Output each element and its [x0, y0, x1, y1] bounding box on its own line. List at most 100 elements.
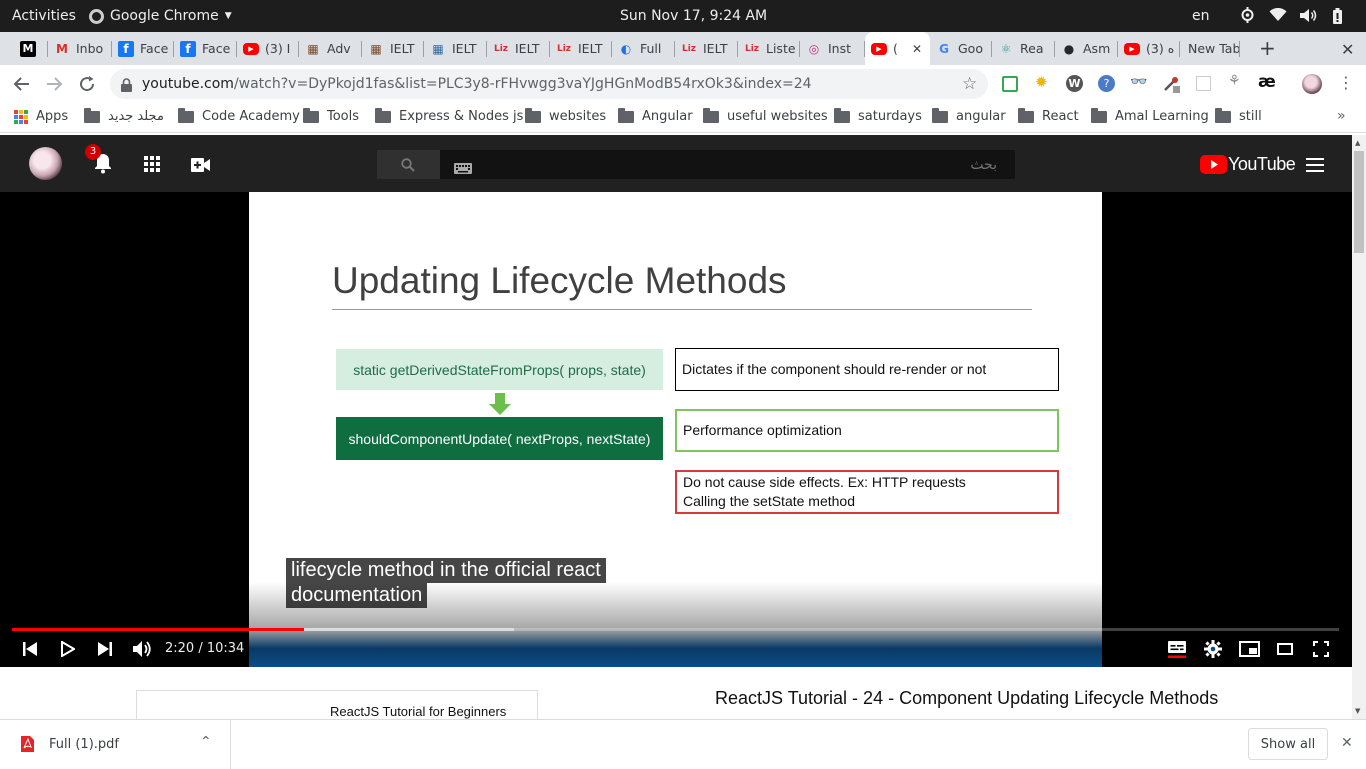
- url-text[interactable]: youtube.com/watch?v=DyPkojd1fas&list=PLC…: [142, 76, 812, 92]
- browser-tab[interactable]: ▶ (3) I: [237, 32, 299, 65]
- owl-extension-icon[interactable]: 👓: [1130, 74, 1147, 90]
- browser-tab[interactable]: f Face: [174, 32, 237, 65]
- bookmark-item[interactable]: websites: [525, 107, 606, 124]
- blank-extension-icon[interactable]: [1196, 76, 1211, 91]
- forward-button[interactable]: [44, 74, 64, 98]
- bookmark-star-icon[interactable]: ☆: [962, 74, 977, 94]
- browser-tab[interactable]: G Goo: [930, 32, 992, 65]
- new-tab-button[interactable]: +: [1259, 38, 1276, 58]
- fullscreen-button[interactable]: [1309, 640, 1333, 658]
- bookmark-item[interactable]: saturdays: [834, 107, 922, 124]
- keyboard-icon[interactable]: [454, 159, 472, 178]
- battery-icon[interactable]: [1333, 8, 1342, 28]
- close-window-icon[interactable]: ✕: [1341, 40, 1354, 59]
- progress-bar[interactable]: [12, 628, 1339, 631]
- browser-tab[interactable]: M Inbo: [48, 32, 112, 65]
- ae-extension-icon[interactable]: æ: [1258, 72, 1276, 92]
- create-video-icon[interactable]: [191, 157, 210, 176]
- translate-extension-icon[interactable]: ?: [1098, 75, 1115, 92]
- activities-button[interactable]: Activities: [12, 8, 76, 24]
- dropper-extension-icon[interactable]: [1162, 75, 1180, 93]
- play-button[interactable]: [56, 640, 80, 658]
- playlist-title[interactable]: ReactJS Tutorial for Beginners: [330, 704, 506, 719]
- clock[interactable]: Sun Nov 17, 9:24 AM: [620, 8, 767, 24]
- next-button[interactable]: [93, 640, 117, 658]
- browser-tab[interactable]: ● Asm: [1055, 32, 1118, 65]
- lock-icon[interactable]: [121, 77, 132, 96]
- address-bar[interactable]: youtube.com/watch?v=DyPkojd1fas&list=PLC…: [110, 69, 988, 99]
- video-player[interactable]: Updating Lifecycle Methods static getDer…: [0, 192, 1352, 667]
- scroll-up-arrow-icon[interactable]: ▲: [1355, 139, 1360, 147]
- close-tab-icon[interactable]: ✕: [912, 42, 922, 56]
- browser-tab[interactable]: ◎ Inst: [800, 32, 865, 65]
- kebab-menu-icon[interactable]: ⋮: [1338, 73, 1354, 92]
- bookmark-item[interactable]: still: [1215, 107, 1262, 124]
- volume-button[interactable]: [130, 640, 154, 658]
- close-download-shelf-icon[interactable]: ✕: [1341, 735, 1353, 751]
- sheets-extension-icon[interactable]: [1002, 76, 1018, 92]
- more-bookmarks-icon[interactable]: »: [1337, 108, 1346, 124]
- search-input[interactable]: [477, 150, 997, 179]
- download-item[interactable]: Full (1).pdf ⌃: [0, 720, 231, 769]
- bookmark-item[interactable]: Amal Learning: [1091, 107, 1209, 124]
- tab-title: Rea: [1020, 41, 1044, 56]
- browser-tab[interactable]: ▶ (3) ه: [1118, 32, 1180, 65]
- tree-extension-icon[interactable]: ⚘: [1228, 73, 1241, 89]
- bookmark-item[interactable]: مجلد جديد: [84, 107, 164, 124]
- bookmark-item[interactable]: Code Academy: [178, 107, 300, 124]
- browser-tab[interactable]: Liz Liste: [738, 32, 800, 65]
- folder-icon: [703, 107, 719, 123]
- captions-button[interactable]: [1165, 640, 1189, 658]
- playlist-card[interactable]: ReactJS Tutorial for Beginners: [136, 690, 538, 719]
- sun-extension-icon[interactable]: ✹: [1035, 73, 1048, 91]
- hamburger-menu-icon[interactable]: [1306, 157, 1324, 176]
- browser-tab[interactable]: ▦ IELT: [424, 32, 487, 65]
- browser-tab[interactable]: Liz IELT: [487, 32, 550, 65]
- wifi-icon[interactable]: [1269, 7, 1287, 26]
- page-scrollbar[interactable]: ▲ ▼: [1352, 135, 1366, 719]
- show-all-downloads-button[interactable]: Show all: [1248, 728, 1328, 760]
- scroll-down-arrow-icon[interactable]: ▼: [1355, 707, 1360, 715]
- bookmark-item[interactable]: Angular: [618, 107, 693, 124]
- browser-tab[interactable]: ▦ Adv: [299, 32, 362, 65]
- theater-mode-button[interactable]: [1273, 640, 1297, 658]
- previous-button[interactable]: [18, 640, 42, 658]
- apps-grid-icon[interactable]: [144, 156, 160, 176]
- bookmark-item[interactable]: React: [1018, 107, 1079, 124]
- bookmark-item[interactable]: Apps: [14, 109, 68, 124]
- tab-favicon-icon: Liz: [681, 43, 697, 54]
- slide-note-text: Performance optimization: [683, 422, 842, 438]
- browser-tab[interactable]: ▦ IELT: [362, 32, 424, 65]
- browser-tab[interactable]: ◐ Full: [612, 32, 675, 65]
- bookmark-item[interactable]: Tools: [303, 107, 359, 124]
- progress-played: [12, 628, 304, 631]
- back-button[interactable]: [12, 74, 32, 98]
- browser-tab[interactable]: New Tab: [1180, 32, 1240, 65]
- app-menu[interactable]: Google Chrome ▼: [89, 8, 232, 24]
- bookmark-label: مجلد جديد: [108, 109, 164, 124]
- settings-button[interactable]: [1201, 640, 1225, 658]
- reload-button[interactable]: [77, 74, 97, 98]
- browser-tab[interactable]: f Face: [112, 32, 174, 65]
- browser-tab[interactable]: Liz IELT: [675, 32, 738, 65]
- notifications-button[interactable]: 3: [85, 144, 114, 178]
- language-indicator[interactable]: en: [1192, 8, 1210, 24]
- youtube-logo[interactable]: YouTube: [1200, 154, 1296, 175]
- volume-icon[interactable]: [1299, 8, 1317, 27]
- accessibility-icon[interactable]: [1240, 7, 1255, 27]
- bookmark-item[interactable]: useful websites: [703, 107, 828, 124]
- bookmark-item[interactable]: angular: [932, 107, 1006, 124]
- browser-tab[interactable]: ⚛ Rea: [992, 32, 1055, 65]
- browser-tab[interactable]: ▶ (✕: [865, 32, 930, 65]
- wordpress-extension-icon[interactable]: W: [1066, 75, 1083, 92]
- browser-tab[interactable]: Liz IELT: [550, 32, 612, 65]
- profile-avatar[interactable]: [1302, 74, 1322, 94]
- chevron-up-icon[interactable]: ⌃: [200, 734, 212, 750]
- user-avatar[interactable]: [29, 147, 62, 180]
- scrollbar-thumb[interactable]: [1354, 151, 1364, 253]
- volume-icon: [133, 641, 151, 657]
- bookmark-item[interactable]: Express & Nodes js: [375, 107, 523, 124]
- search-button[interactable]: [377, 150, 440, 179]
- browser-tab[interactable]: M: [14, 32, 48, 65]
- miniplayer-button[interactable]: [1237, 640, 1261, 658]
